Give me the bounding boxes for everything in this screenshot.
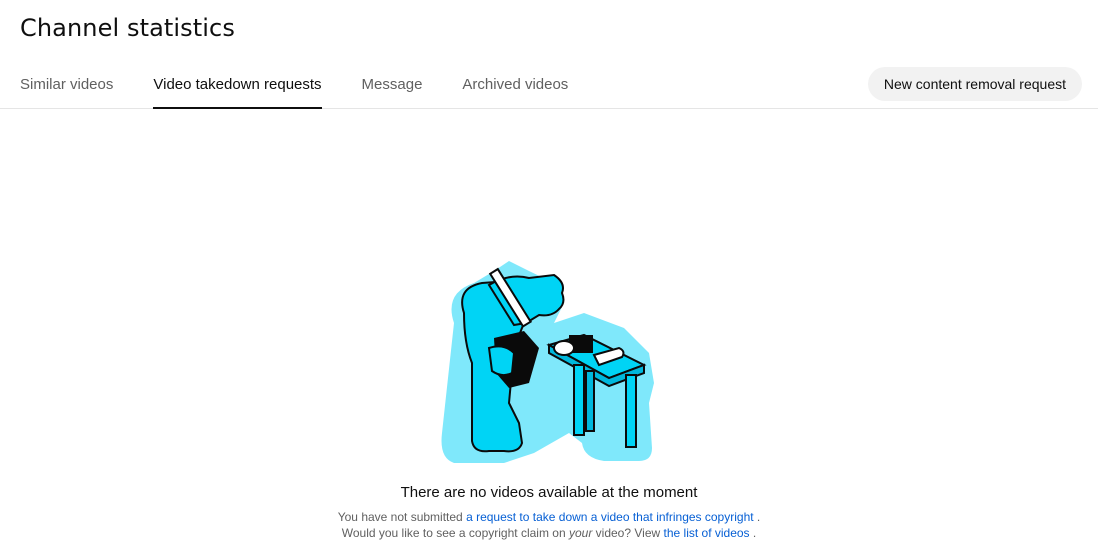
line1-prefix: You have not submitted — [337, 510, 463, 524]
tab-bar: Similar videos Video takedown requests M… — [0, 60, 1098, 109]
line1-suffix: . — [756, 510, 761, 524]
tab-video-takedown-requests[interactable]: Video takedown requests — [153, 60, 322, 109]
new-content-removal-request-button[interactable]: New content removal request — [867, 67, 1082, 101]
empty-state-line-1: You have not submitted a request to take… — [0, 509, 1098, 525]
line2-middle: video? View — [595, 526, 661, 540]
empty-state-title: There are no videos available at the mom… — [400, 484, 698, 501]
empty-state: There are no videos available at the mom… — [0, 255, 1098, 541]
video-list-link[interactable]: the list of videos — [664, 526, 750, 540]
page-title: Channel statistics — [20, 14, 235, 42]
tab-archived-videos[interactable]: Archived videos — [462, 60, 568, 108]
line2-suffix: . — [752, 526, 757, 540]
line2-emphasis: your — [568, 526, 593, 540]
empty-state-line-2: Would you like to see a copyright claim … — [0, 525, 1098, 541]
inspector-with-magnifier-illustration — [441, 261, 654, 463]
tab-similar-videos[interactable]: Similar videos — [20, 60, 113, 108]
page: Channel statistics Similar videos Video … — [0, 0, 1098, 557]
takedown-request-link[interactable]: a request to take down a video that infr… — [466, 510, 754, 524]
line2-prefix: Would you like to see a copyright claim … — [341, 526, 566, 540]
tab-list: Similar videos Video takedown requests M… — [20, 60, 608, 109]
empty-state-description: You have not submitted a request to take… — [0, 509, 1098, 541]
tab-message[interactable]: Message — [362, 60, 423, 108]
